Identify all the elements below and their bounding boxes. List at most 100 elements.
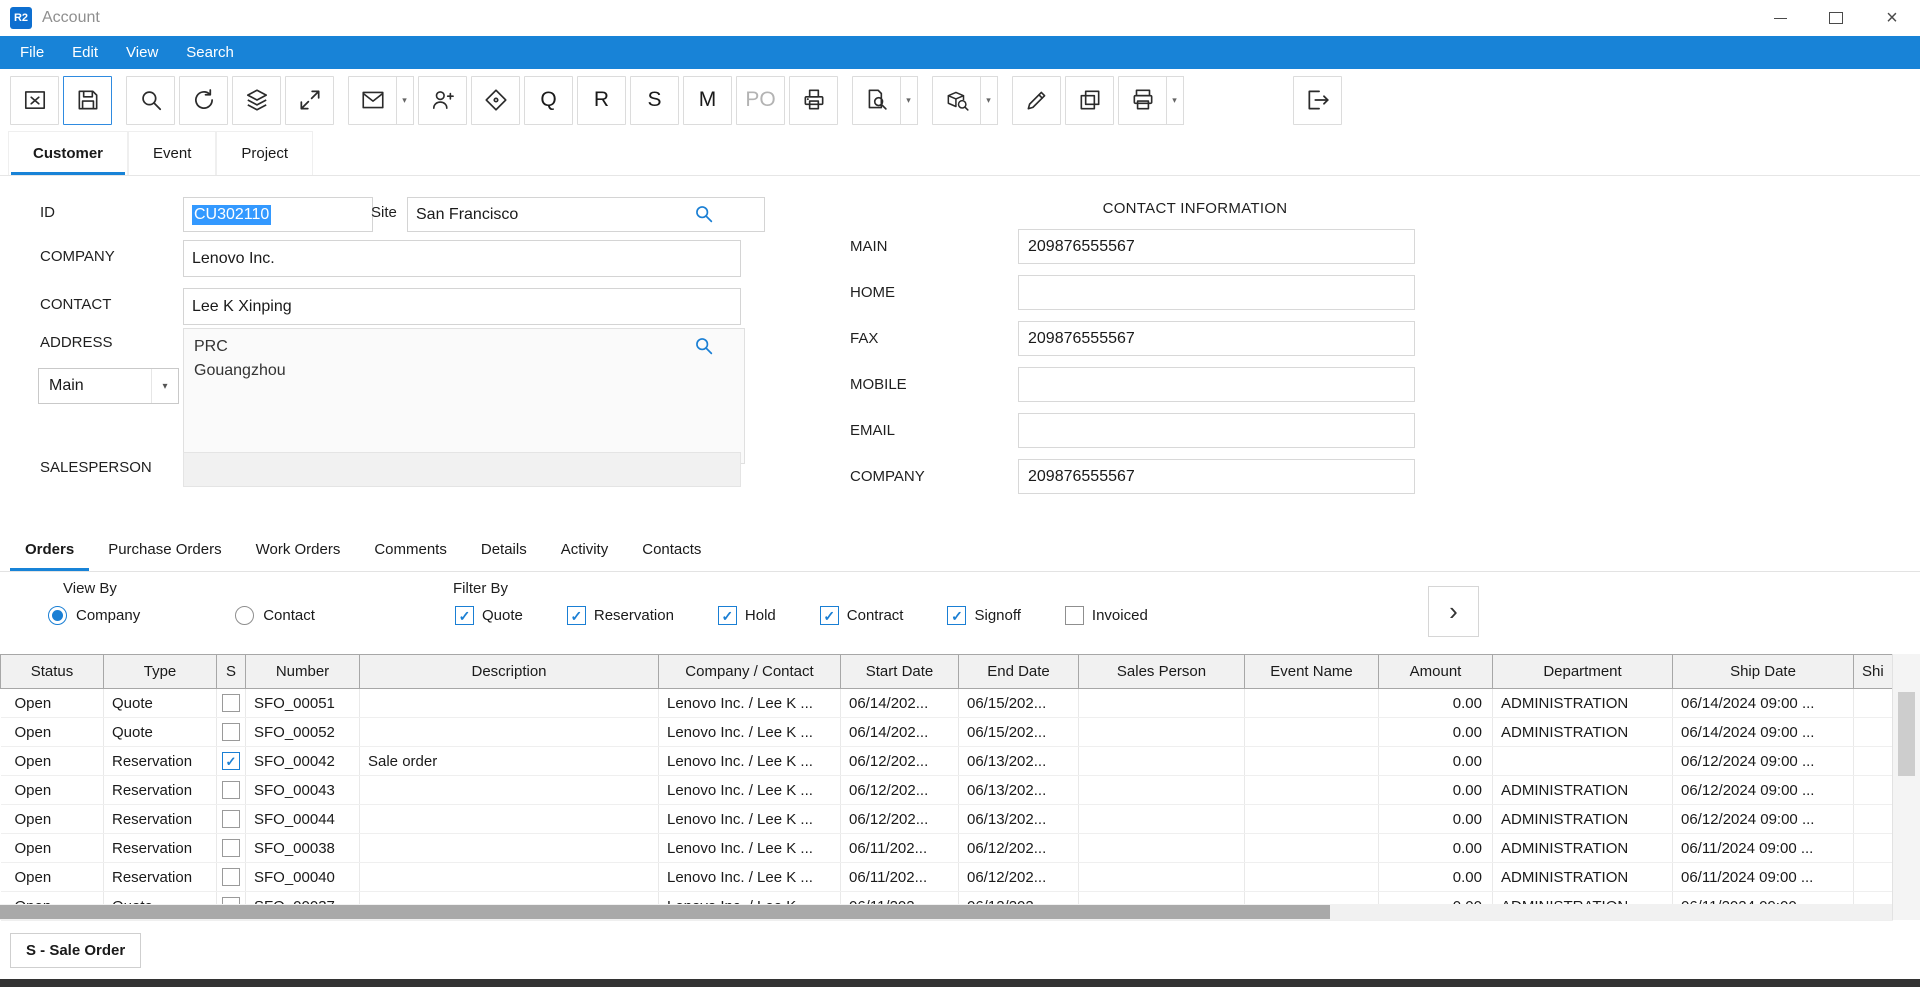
column-header-description[interactable]: Description: [360, 655, 659, 689]
detail-tab[interactable]: Activity: [544, 528, 626, 571]
horizontal-scrollbar[interactable]: [0, 904, 1892, 920]
exit-button[interactable]: [1293, 76, 1342, 125]
table-row[interactable]: Open Reservation SFO_00040 Lenovo Inc. /…: [1, 863, 1893, 892]
save-button[interactable]: [63, 76, 112, 125]
maximize-button[interactable]: [1808, 0, 1864, 36]
row-checkbox[interactable]: [222, 694, 240, 712]
filter-checkbox[interactable]: Reservation: [567, 606, 674, 625]
row-checkbox[interactable]: [222, 752, 240, 770]
contact-info-field[interactable]: [1018, 367, 1415, 402]
address-search-icon[interactable]: [693, 335, 714, 356]
table-row[interactable]: Open Quote SFO_00051 Lenovo Inc. / Lee K…: [1, 689, 1893, 718]
column-header-truncated[interactable]: Shi: [1854, 655, 1893, 689]
detail-tab[interactable]: Orders: [8, 528, 91, 571]
contact-info-field[interactable]: 209876555567: [1018, 321, 1415, 356]
detail-tab[interactable]: Purchase Orders: [91, 528, 238, 571]
cell-number: SFO_00040: [246, 863, 360, 892]
close-record-button[interactable]: [10, 76, 59, 125]
column-header-status[interactable]: Status: [1, 655, 104, 689]
row-checkbox[interactable]: [222, 781, 240, 799]
cell-number: SFO_00044: [246, 805, 360, 834]
copy-button[interactable]: [1065, 76, 1114, 125]
salesperson-field[interactable]: [183, 452, 741, 487]
layers-button[interactable]: [232, 76, 281, 125]
address-type-select[interactable]: Main ▾: [38, 368, 179, 404]
new-sale-order-button[interactable]: S: [630, 76, 679, 125]
search-button[interactable]: [126, 76, 175, 125]
document-search-dropdown-button[interactable]: ▾: [900, 76, 918, 125]
new-po-button[interactable]: PO: [736, 76, 785, 125]
fax-button[interactable]: [789, 76, 838, 125]
filter-checkbox[interactable]: Invoiced: [1065, 606, 1148, 625]
item-search-dropdown-button[interactable]: ▾: [980, 76, 998, 125]
table-row[interactable]: Open Quote SFO_00052 Lenovo Inc. / Lee K…: [1, 718, 1893, 747]
company-field[interactable]: Lenovo Inc.: [183, 240, 741, 277]
filter-checkbox[interactable]: Contract: [820, 606, 904, 625]
site-search-icon[interactable]: [693, 203, 714, 224]
table-row[interactable]: Open Reservation SFO_00042 Sale order Le…: [1, 747, 1893, 776]
column-header-number[interactable]: Number: [246, 655, 360, 689]
menu-item[interactable]: View: [112, 36, 172, 69]
minimize-button[interactable]: [1752, 0, 1808, 36]
table-row[interactable]: Open Reservation SFO_00043 Lenovo Inc. /…: [1, 776, 1893, 805]
expand-panel-button[interactable]: ›: [1428, 586, 1479, 637]
menu-item[interactable]: Search: [172, 36, 248, 69]
table-row[interactable]: Open Reservation SFO_00038 Lenovo Inc. /…: [1, 834, 1893, 863]
filter-checkbox[interactable]: Quote: [455, 606, 523, 625]
main-tab[interactable]: Project: [216, 131, 313, 175]
contact-info-field[interactable]: 209876555567: [1018, 229, 1415, 264]
column-header-end-date[interactable]: End Date: [959, 655, 1079, 689]
menu-item[interactable]: Edit: [58, 36, 112, 69]
filter-checkbox[interactable]: Signoff: [947, 606, 1020, 625]
column-header-department[interactable]: Department: [1493, 655, 1673, 689]
view-by-radio[interactable]: Company: [48, 606, 140, 625]
view-by-radio[interactable]: Contact: [235, 606, 315, 625]
column-header-event-name[interactable]: Event Name: [1245, 655, 1379, 689]
column-header-company-contact[interactable]: Company / Contact: [659, 655, 841, 689]
contact-info-field[interactable]: [1018, 413, 1415, 448]
new-reservation-button[interactable]: R: [577, 76, 626, 125]
detail-tab[interactable]: Details: [464, 528, 544, 571]
column-header-ship-date[interactable]: Ship Date: [1673, 655, 1854, 689]
new-quote-button[interactable]: Q: [524, 76, 573, 125]
tag-button[interactable]: [471, 76, 520, 125]
detail-tab[interactable]: Comments: [357, 528, 464, 571]
horizontal-scrollbar-thumb[interactable]: [0, 905, 1330, 919]
document-search-button[interactable]: [852, 76, 901, 125]
email-button[interactable]: [348, 76, 397, 125]
detail-tab[interactable]: Work Orders: [239, 528, 358, 571]
id-field[interactable]: CU302110: [183, 197, 373, 232]
row-checkbox[interactable]: [222, 868, 240, 886]
row-checkbox[interactable]: [222, 839, 240, 857]
menu-item[interactable]: File: [6, 36, 58, 69]
main-tab[interactable]: Event: [128, 131, 216, 175]
row-checkbox[interactable]: [222, 810, 240, 828]
column-header-s[interactable]: S: [217, 655, 246, 689]
filter-checkbox[interactable]: Hold: [718, 606, 776, 625]
contact-info-field[interactable]: [1018, 275, 1415, 310]
print-button[interactable]: [1118, 76, 1167, 125]
address-field[interactable]: PRC Gouangzhou: [183, 328, 745, 464]
main-tab[interactable]: Customer: [8, 131, 128, 175]
add-contact-button[interactable]: [418, 76, 467, 125]
item-search-button[interactable]: [932, 76, 981, 125]
refresh-button[interactable]: [179, 76, 228, 125]
print-dropdown-button[interactable]: ▾: [1166, 76, 1184, 125]
column-header-type[interactable]: Type: [104, 655, 217, 689]
detail-tab[interactable]: Contacts: [625, 528, 718, 571]
table-row[interactable]: Open Reservation SFO_00044 Lenovo Inc. /…: [1, 805, 1893, 834]
row-checkbox[interactable]: [222, 723, 240, 741]
column-header-amount[interactable]: Amount: [1379, 655, 1493, 689]
address-label: ADDRESS: [40, 334, 113, 351]
contact-field[interactable]: Lee K Xinping: [183, 288, 741, 325]
column-header-start-date[interactable]: Start Date: [841, 655, 959, 689]
edit-button[interactable]: [1012, 76, 1061, 125]
email-dropdown-button[interactable]: ▾: [396, 76, 414, 125]
vertical-scrollbar[interactable]: [1892, 654, 1920, 920]
new-misc-order-button[interactable]: M: [683, 76, 732, 125]
vertical-scrollbar-thumb[interactable]: [1898, 692, 1915, 776]
column-header-sales-person[interactable]: Sales Person: [1079, 655, 1245, 689]
expand-button[interactable]: [285, 76, 334, 125]
close-button[interactable]: ×: [1864, 0, 1920, 36]
contact-info-field[interactable]: 209876555567: [1018, 459, 1415, 494]
